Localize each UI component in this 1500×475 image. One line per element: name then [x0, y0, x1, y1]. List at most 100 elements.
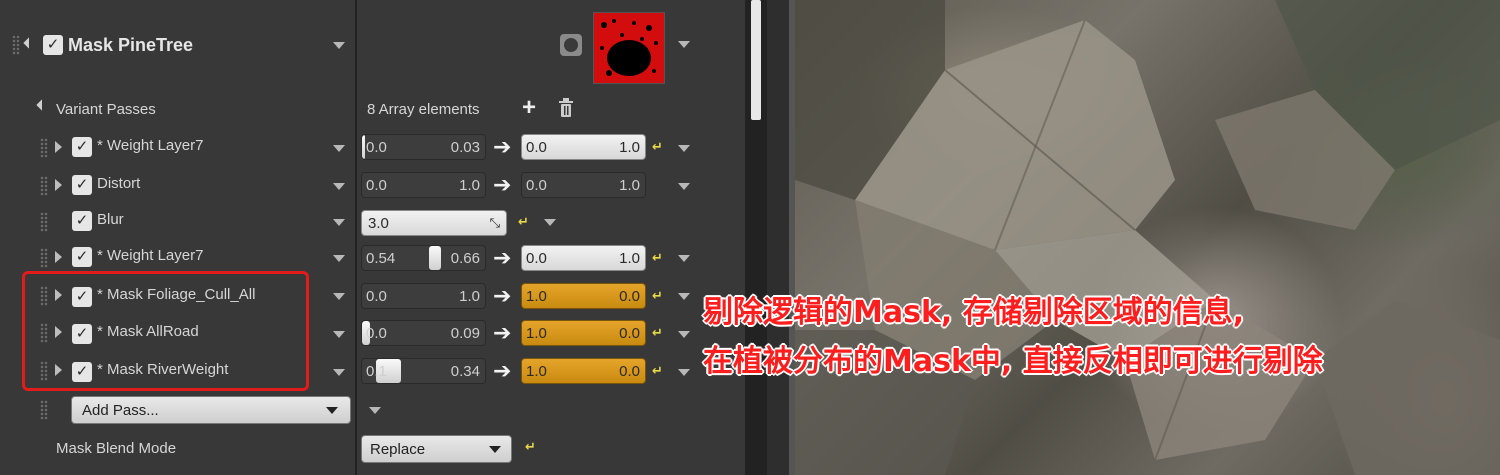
range-max-value: 0.34 [450, 363, 480, 380]
row-options-dropdown-icon[interactable] [544, 219, 556, 226]
drag-handle-icon[interactable] [12, 35, 20, 55]
range-min-value: 0.0 [366, 177, 387, 194]
arrow-right-icon: ➔ [493, 172, 512, 197]
range-knob[interactable] [429, 246, 441, 270]
annotation-line-1: 剔除逻辑的Mask, 存储剔除区域的信息, [703, 295, 1245, 330]
row-drag-handle-icon[interactable] [40, 138, 48, 158]
reset-icon[interactable]: ↵ [652, 326, 664, 339]
blur-value-field[interactable]: 3.0 ⤡ [361, 210, 507, 236]
chevron-down-icon [326, 407, 338, 414]
thumbnail-dropdown-icon[interactable] [678, 41, 690, 48]
pass-label: * Weight Layer7 [97, 137, 204, 154]
range-max-value: 0.09 [450, 325, 480, 342]
add-pass-button[interactable]: Add Pass... [71, 396, 351, 424]
row-expand-icon[interactable] [55, 179, 62, 191]
reset-icon[interactable]: ↵ [652, 364, 664, 377]
row-enabled-checkbox[interactable]: ✓ [72, 247, 92, 267]
range-slider[interactable]: 0.0 1.0 [361, 172, 486, 198]
pass-label: Blur [97, 211, 124, 228]
reset-icon[interactable]: ↵ [518, 215, 530, 228]
output-range-field[interactable]: 0.0 1.0 [521, 172, 646, 198]
row-dropdown-icon[interactable] [333, 145, 345, 152]
row-expand-icon[interactable] [55, 141, 62, 153]
row-drag-handle-icon[interactable] [40, 212, 48, 232]
plus-icon[interactable]: + [522, 96, 536, 120]
output-max-value: 1.0 [619, 177, 640, 194]
scrollbar-thumb[interactable] [751, 0, 761, 120]
output-max-value: 0.0 [619, 288, 640, 305]
column-splitter[interactable] [355, 0, 357, 475]
row-options-dropdown-icon[interactable] [678, 331, 690, 338]
row-expand-icon[interactable] [55, 251, 62, 263]
arrow-right-icon: ➔ [493, 134, 512, 159]
header-title: Mask PineTree [68, 35, 194, 55]
reset-icon[interactable]: ↵ [525, 440, 537, 453]
output-max-value: 1.0 [619, 250, 640, 267]
row-dropdown-icon[interactable] [333, 183, 345, 190]
blend-mode-value: Replace [370, 441, 426, 458]
row-options-dropdown-icon[interactable] [678, 145, 690, 152]
row-options-dropdown-icon[interactable] [678, 369, 690, 376]
mask-thumbnail[interactable] [593, 12, 665, 84]
details-value-panel [357, 0, 745, 475]
viewport-render[interactable] [795, 0, 1500, 475]
panel-gap [767, 0, 789, 475]
range-min-value: 0.0 [366, 288, 387, 305]
header-dropdown-icon[interactable] [333, 42, 345, 49]
range-min-value: 0.54 [366, 250, 396, 267]
row-dropdown-icon[interactable] [333, 293, 345, 300]
row-dropdown-icon[interactable] [333, 369, 345, 376]
row-drag-handle-icon[interactable] [40, 400, 48, 420]
thumbnail-button[interactable] [560, 34, 582, 56]
reset-icon[interactable]: ↵ [652, 140, 664, 153]
output-min-value: 0.0 [526, 177, 547, 194]
pass-label: * Weight Layer7 [97, 247, 204, 264]
range-slider[interactable]: 0.0 1.0 [361, 283, 486, 309]
row-dropdown-icon[interactable] [333, 255, 345, 262]
output-min-value: 1.0 [526, 325, 547, 342]
range-slider[interactable]: 0.0 0.09 [361, 320, 486, 346]
arrow-right-icon: ➔ [493, 245, 512, 270]
output-min-value: 0.0 [526, 250, 547, 267]
range-knob-min[interactable] [362, 135, 365, 159]
output-range-field[interactable]: 1.0 0.0 [521, 320, 646, 346]
range-min-value: 0.1 [366, 363, 387, 380]
terrain-render [795, 0, 1500, 475]
range-slider[interactable]: 0.1 0.34 [361, 358, 486, 384]
trash-icon[interactable] [558, 98, 574, 122]
output-max-value: 0.0 [619, 363, 640, 380]
row-dropdown-icon[interactable] [333, 219, 345, 226]
output-min-value: 1.0 [526, 363, 547, 380]
variant-passes-label: Variant Passes [56, 101, 156, 118]
reset-icon[interactable]: ↵ [652, 289, 664, 302]
row-options-dropdown-icon[interactable] [678, 255, 690, 262]
blend-mode-label: Mask Blend Mode [56, 440, 177, 457]
output-range-field[interactable]: 1.0 0.0 [521, 283, 646, 309]
output-range-field[interactable]: 1.0 0.0 [521, 358, 646, 384]
add-pass-label: Add Pass... [82, 402, 159, 419]
row-enabled-checkbox[interactable]: ✓ [72, 137, 92, 157]
blend-mode-select[interactable]: Replace [361, 435, 512, 463]
row-options-dropdown-icon[interactable] [678, 293, 690, 300]
arrow-right-icon: ➔ [493, 283, 512, 308]
output-range-field[interactable]: 0.0 1.0 [521, 245, 646, 271]
output-range-field[interactable]: 0.0 1.0 [521, 134, 646, 160]
row-drag-handle-icon[interactable] [40, 248, 48, 268]
row-enabled-checkbox[interactable]: ✓ [72, 175, 92, 195]
row-drag-handle-icon[interactable] [40, 176, 48, 196]
row-dropdown-icon[interactable] [333, 331, 345, 338]
add-pass-options-icon[interactable] [369, 407, 381, 414]
header-enabled-checkbox[interactable]: ✓ [43, 35, 63, 55]
resize-handle-icon[interactable]: ⤡ [490, 215, 500, 231]
range-max-value: 0.66 [450, 250, 480, 267]
row-enabled-checkbox[interactable]: ✓ [72, 211, 92, 231]
output-min-value: 1.0 [526, 288, 547, 305]
range-min-value: 0.0 [366, 325, 387, 342]
range-slider[interactable]: 0.54 0.66 [361, 245, 486, 271]
range-max-value: 1.0 [459, 177, 480, 194]
reset-icon[interactable]: ↵ [652, 251, 664, 264]
range-slider[interactable]: 0.0 0.03 [361, 134, 486, 160]
range-max-value: 0.03 [450, 139, 480, 156]
row-options-dropdown-icon[interactable] [678, 183, 690, 190]
mask-thumbnail-image [594, 13, 664, 83]
